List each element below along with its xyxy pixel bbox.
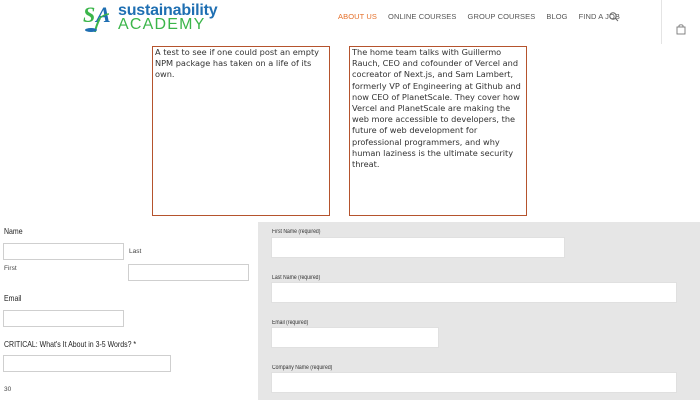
first-label: First: [4, 265, 17, 272]
char-counter: 30: [4, 386, 12, 393]
nav-about-us[interactable]: ABOUT US: [338, 12, 377, 21]
nav-group-courses[interactable]: GROUP COURSES: [468, 12, 536, 21]
first-name-required-label: First Name (required): [272, 229, 321, 235]
email-required-label: Email (required): [272, 320, 309, 326]
main-nav: ABOUT US ONLINE COURSES GROUP COURSES BL…: [338, 12, 631, 21]
company-name-required-input[interactable]: [271, 372, 677, 393]
email-required-input[interactable]: [271, 327, 439, 348]
critical-label: CRITICAL: What's It About in 3-5 Words? …: [4, 339, 137, 349]
nav-blog[interactable]: BLOG: [546, 12, 567, 21]
svg-text:S: S: [83, 2, 95, 27]
email-label: Email: [4, 293, 22, 303]
logo-line-2: ACADEMY: [118, 16, 206, 33]
contact-form-panel: First Name (required) Last Name (require…: [258, 222, 700, 400]
textarea-vercel-planetscale[interactable]: The home team talks with Guillermo Rauch…: [349, 46, 527, 216]
logo[interactable]: S A sustainability ACADEMY: [82, 2, 218, 34]
company-name-required-label: Company Name (required): [272, 365, 333, 371]
search-icon[interactable]: [608, 10, 620, 22]
critical-input[interactable]: [3, 355, 171, 372]
last-name-required-label: Last Name (required): [272, 275, 321, 281]
header-divider: [661, 0, 662, 44]
last-name-required-input[interactable]: [271, 282, 677, 303]
nav-online-courses[interactable]: ONLINE COURSES: [388, 12, 457, 21]
last-name-input[interactable]: [128, 264, 249, 281]
first-name-input[interactable]: [3, 243, 124, 260]
email-input[interactable]: [3, 310, 124, 327]
name-label: Name: [4, 226, 23, 236]
shopping-bag-icon[interactable]: [676, 22, 686, 35]
first-name-required-input[interactable]: [271, 237, 565, 258]
textarea-npm-test[interactable]: A test to see if one could post an empty…: [152, 46, 330, 216]
last-label: Last: [129, 248, 142, 255]
logo-mark: S A: [82, 2, 118, 34]
site-header: S A sustainability ACADEMY ABOUT US ONLI…: [0, 0, 700, 44]
logo-text: sustainability ACADEMY: [118, 3, 218, 33]
